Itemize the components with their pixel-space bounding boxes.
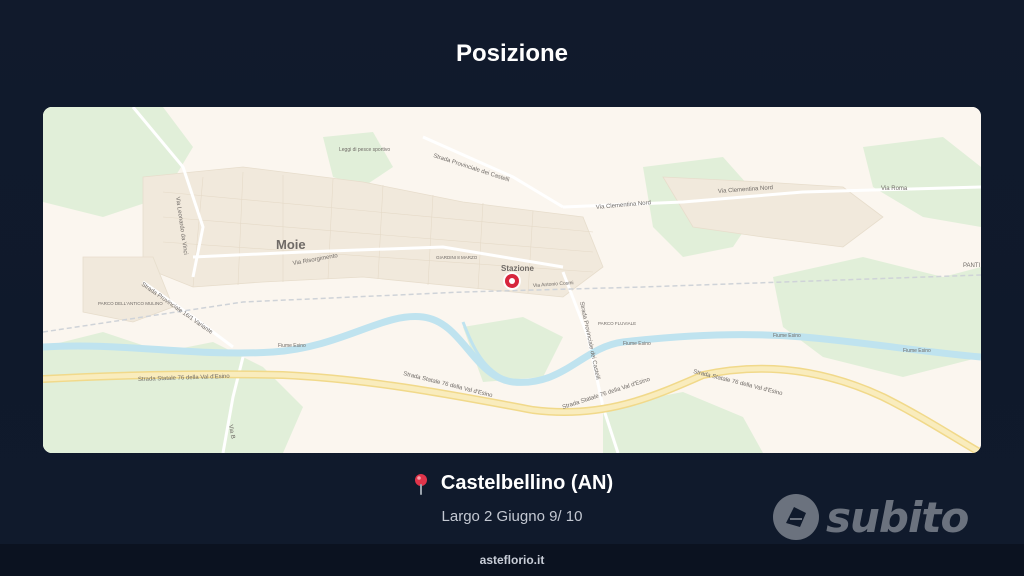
watermark-brand: subito — [826, 492, 969, 542]
map-pin-icon — [414, 473, 427, 495]
label-park-left: PARCO DELL'ANTICO MULINO — [98, 301, 163, 306]
label-giardini: GIARDINI 8 MARZO — [436, 255, 478, 260]
footer: asteflorio.it — [0, 544, 1024, 576]
page-title: Posizione — [455, 40, 569, 67]
label-park-fluviale: PARCO FLUVIALE — [598, 321, 636, 326]
label-pantiere: PANTI — [963, 263, 981, 269]
label-fiume-esino-2: Fiume Esino — [623, 341, 651, 347]
label-fiume-esino-4: Fiume Esino — [903, 348, 931, 354]
location-name-row: Castelbellino (AN) — [411, 472, 613, 495]
map[interactable]: Moie Stazione Leggi di pesce sportivo PA… — [43, 107, 981, 453]
label-park-top: Leggi di pesce sportivo — [339, 147, 390, 153]
label-station: Stazione — [501, 264, 534, 273]
label-fiume-esino-1: Fiume Esino — [278, 343, 306, 349]
map-canvas[interactable]: Moie Stazione Leggi di pesce sportivo PA… — [43, 107, 981, 453]
location-marker-icon[interactable] — [503, 272, 521, 290]
location-name: Castelbellino (AN) — [440, 472, 614, 494]
subito-logo-icon — [773, 494, 819, 540]
label-town: Moie — [276, 237, 306, 252]
brand-watermark: subito — [772, 491, 969, 543]
footer-site[interactable]: asteflorio.it — [480, 553, 545, 567]
label-fiume-esino-3: Fiume Esino — [773, 333, 801, 339]
label-road-via-roma: Via Roma — [881, 186, 908, 192]
